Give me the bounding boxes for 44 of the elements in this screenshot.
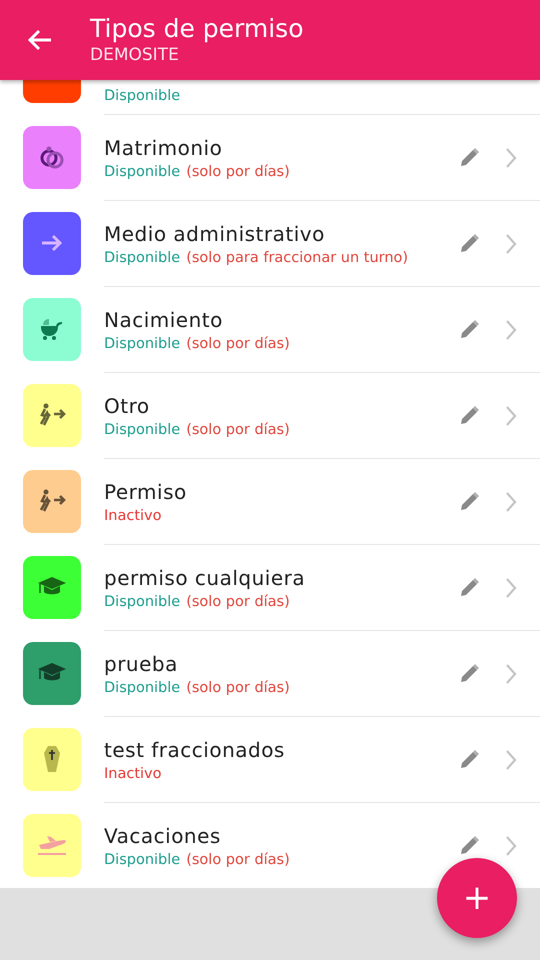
permission-type-row[interactable]: prueba Disponible (solo por días)	[0, 630, 540, 716]
availability-status: Inactivo	[104, 766, 162, 782]
availability-note: (solo por días)	[186, 164, 290, 180]
permission-type-name: Medio administrativo	[104, 222, 326, 246]
availability-note: (solo por días)	[186, 422, 290, 438]
availability-status: Disponible	[104, 250, 180, 266]
permission-type-name: Nacimiento	[104, 308, 224, 332]
arrow-icon	[40, 233, 64, 253]
screen-title: Tipos de permiso	[90, 14, 304, 44]
permission-type-name: Otro	[104, 394, 151, 418]
availability-status: Disponible	[104, 852, 180, 868]
permission-type-row[interactable]: Nacimiento Disponible (solo por días)	[0, 286, 540, 372]
availability-status: Inactivo	[104, 508, 162, 524]
availability-status: Disponible	[104, 594, 180, 610]
permission-type-name: prueba	[104, 652, 179, 676]
permission-type-row[interactable]: Otro Disponible (solo por días)	[0, 372, 540, 458]
availability-status: Disponible	[104, 88, 180, 104]
permission-type-name: Matrimonio	[104, 136, 224, 160]
availability-note: (solo para fraccionar un turno)	[186, 250, 408, 266]
rings-icon	[38, 144, 66, 170]
availability-status: Disponible	[104, 680, 180, 696]
permission-type-row[interactable]: Matrimonio Disponible (solo por días)	[0, 114, 540, 200]
permission-type-row[interactable]: test fraccionados Inactivo	[0, 716, 540, 802]
walking-person-icon	[37, 489, 67, 513]
add-button[interactable]: +	[437, 858, 517, 938]
permission-type-row[interactable]: permiso cualquiera Disponible (solo por días)	[0, 544, 540, 630]
availability-note: (solo por días)	[186, 594, 290, 610]
airplane-icon	[37, 833, 67, 857]
availability-status: Disponible	[104, 336, 180, 352]
availability-note: (solo por días)	[186, 336, 290, 352]
permission-type-name: Vacaciones	[104, 824, 222, 848]
permission-type-name: Permiso	[104, 480, 188, 504]
permission-type-name: test fraccionados	[104, 738, 286, 762]
availability-status: Disponible	[104, 164, 180, 180]
permission-type-name: permiso cualquiera	[104, 566, 306, 590]
permission-type-row[interactable]: Medio administrativo Disponible (solo para fraccionar un turno)	[0, 200, 540, 286]
availability-note: (solo por días)	[186, 680, 290, 696]
walking-person-icon	[37, 403, 67, 427]
availability-status: Disponible	[104, 422, 180, 438]
permission-type-row[interactable]: Permiso Inactivo	[0, 458, 540, 544]
availability-note: (solo por días)	[186, 852, 290, 868]
stroller-icon	[39, 317, 65, 341]
coffin-icon	[42, 745, 62, 773]
screen-subtitle: DEMOSITE	[90, 44, 180, 66]
